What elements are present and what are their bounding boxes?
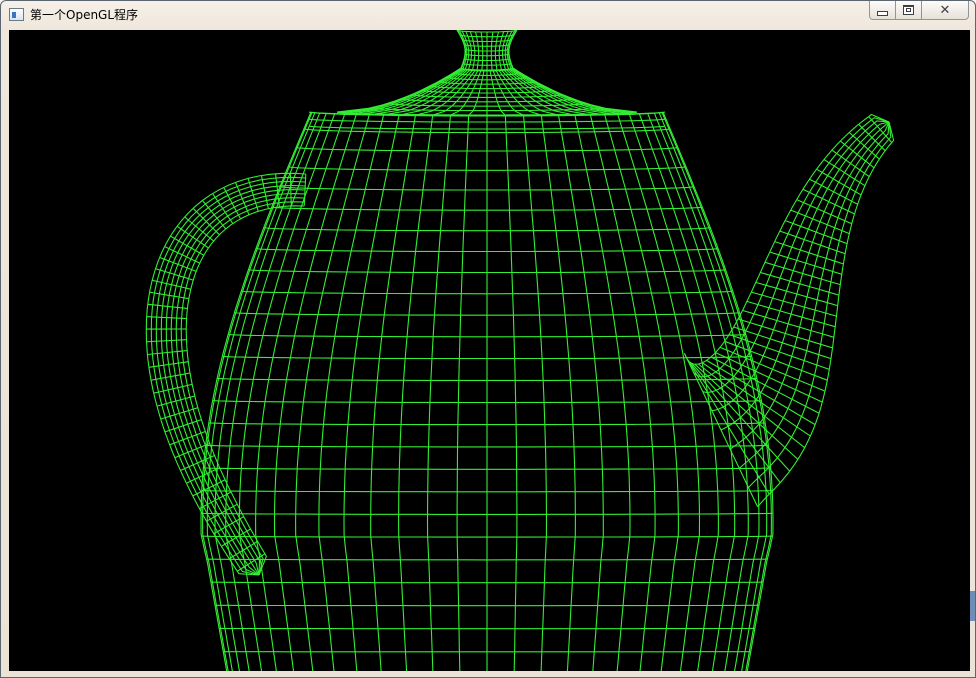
spout-ring [774, 241, 844, 265]
body-meridian [617, 114, 701, 671]
handle-ring [155, 268, 194, 281]
close-icon: ✕ [939, 2, 951, 18]
spout-ring [779, 230, 846, 255]
handle-ring [247, 178, 259, 212]
body-meridian [523, 115, 548, 671]
resize-edge[interactable] [970, 591, 975, 621]
spout-ring [746, 300, 836, 328]
minimize-icon [877, 10, 888, 16]
opengl-viewport[interactable] [9, 30, 970, 671]
handle-ring [153, 383, 193, 394]
window-title: 第一个OpenGL程序 [30, 8, 139, 22]
handle-ring [152, 279, 191, 290]
body-meridian [202, 112, 313, 671]
body-meridian [426, 115, 451, 671]
handle-ring [164, 246, 200, 264]
body-meridian [540, 115, 576, 671]
handle-ring [289, 173, 292, 206]
body-meridian [638, 113, 736, 671]
app-window: 第一个OpenGL程序 ✕ [0, 0, 976, 678]
body-meridian [206, 112, 316, 671]
app-window-icon[interactable] [9, 8, 24, 21]
spout-ring [751, 291, 837, 317]
handle-ring [160, 407, 199, 420]
body-meridian [343, 115, 400, 671]
spout-ring [769, 251, 842, 275]
handle-ring [156, 395, 195, 407]
window-controls: ✕ [869, 1, 969, 21]
spout-ring [719, 346, 826, 392]
title-bar[interactable]: 第一个OpenGL程序 ✕ [1, 1, 975, 29]
spout-ring [764, 261, 841, 286]
body-meridian [504, 115, 518, 671]
spout-ring [760, 271, 840, 296]
spout-ring [848, 132, 880, 160]
spout-ring [742, 309, 835, 338]
spout-ring [683, 353, 759, 507]
handle-line [180, 201, 305, 576]
minimize-button[interactable] [869, 1, 896, 20]
handle-ring [184, 216, 214, 242]
teapot-wireframe [145, 30, 895, 671]
body-meridian [574, 115, 631, 671]
spout-ring [802, 188, 855, 215]
body-meridian [558, 115, 604, 671]
body-meridian [604, 114, 679, 671]
body-meridian [370, 115, 416, 671]
maximize-button[interactable] [896, 1, 922, 20]
body-meridian [456, 115, 470, 671]
close-button[interactable]: ✕ [922, 1, 969, 20]
body-meridian [214, 112, 321, 671]
body-meridian [295, 114, 370, 671]
handle-ring [206, 503, 238, 522]
spout-ring [809, 178, 858, 205]
spout-ring [715, 352, 823, 403]
maximize-icon [903, 5, 914, 15]
body-meridian [661, 112, 772, 671]
body-meridian [398, 115, 434, 671]
handle-ring [164, 419, 202, 433]
handle-line [185, 205, 305, 576]
spout-ring [755, 281, 838, 307]
